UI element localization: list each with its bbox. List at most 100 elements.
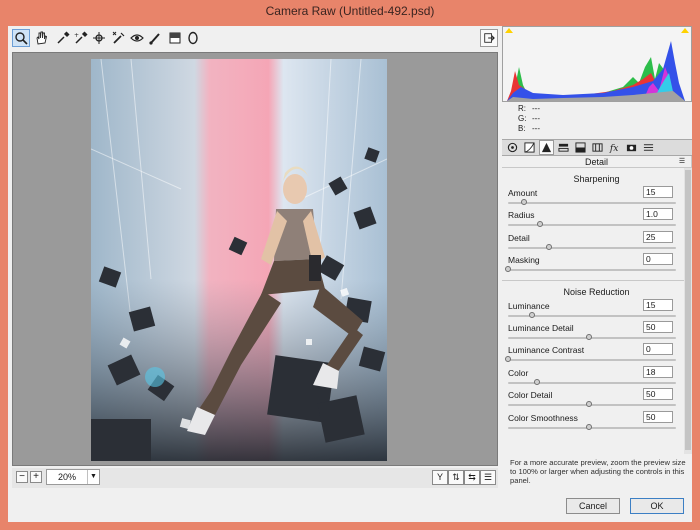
slider-value-field[interactable]: 1.0 (643, 208, 673, 221)
r-label: R: (518, 104, 526, 113)
slider-value-field[interactable]: 0 (643, 253, 673, 266)
slider-value-field[interactable]: 18 (643, 365, 673, 378)
detail-panel: Detail ☰ Sharpening Amount 15 Radius 1.0 Det… (502, 156, 692, 454)
hsl-tab-icon[interactable] (556, 140, 571, 155)
slider-label: Radius (508, 210, 535, 221)
basic-tab-icon[interactable] (505, 140, 520, 155)
slider-value-field[interactable]: 25 (643, 230, 673, 243)
slider-track[interactable] (508, 224, 676, 227)
cancel-button[interactable]: Cancel (566, 498, 620, 514)
slider-track[interactable] (508, 246, 676, 249)
camera-calibration-tab-icon[interactable] (624, 140, 639, 155)
slider-label: Luminance (508, 300, 550, 311)
g-label: G: (518, 114, 527, 123)
preview-status-bar: − + 20% ▼ Y ⇅ ⇆ ☰ (12, 468, 498, 488)
slider-row: Masking 0 (502, 253, 691, 275)
slider-label: Amount (508, 188, 538, 198)
sharpening-sliders: Amount 15 Radius 1.0 Detail 25 Masking 0 (502, 186, 691, 276)
slider-thumb[interactable] (505, 356, 511, 363)
slider-row: Luminance 15 (502, 298, 691, 321)
slider-label: Color (508, 367, 529, 378)
slider-thumb[interactable] (529, 311, 536, 318)
split-toning-tab-icon[interactable] (573, 140, 588, 155)
slider-row: Color Detail 50 (502, 388, 691, 410)
magnifier-icon[interactable] (12, 29, 30, 47)
brush-icon[interactable] (146, 29, 164, 47)
r-value: --- (532, 104, 540, 113)
slider-row: Radius 1.0 (502, 208, 691, 230)
slider-label: Color Detail (508, 390, 553, 401)
tone-curve-tab-icon[interactable] (522, 140, 537, 155)
slider-value-field[interactable]: 15 (643, 298, 673, 311)
slider-track[interactable] (508, 269, 676, 272)
camera-raw-window: Camera Raw (Untitled-492.psd) + − + 20% … (0, 0, 700, 530)
eyedropper-icon[interactable] (54, 29, 72, 47)
before-after-icon[interactable]: ⇅ (448, 470, 464, 485)
slider-track[interactable] (508, 202, 676, 204)
shadow-clipping-icon (505, 28, 513, 33)
slider-row: Amount 15 (502, 186, 691, 208)
graduated-filter-icon[interactable] (166, 29, 184, 47)
slider-thumb[interactable] (586, 423, 592, 430)
slider-row: Detail 25 (502, 230, 691, 253)
slider-thumb[interactable] (521, 199, 528, 205)
photo-image (91, 59, 387, 461)
detail-tab-icon[interactable] (539, 140, 554, 155)
slider-value-field[interactable]: 0 (643, 343, 673, 356)
slider-value-field[interactable]: 50 (643, 388, 673, 401)
brush-x-icon[interactable] (110, 29, 128, 47)
export-icon[interactable] (480, 29, 498, 47)
slider-value-field[interactable]: 50 (643, 410, 673, 423)
slider-label: Luminance Detail (508, 322, 574, 333)
slider-thumb[interactable] (545, 243, 552, 250)
slider-label: Color Smoothness (508, 412, 578, 423)
eyedropper-plus-icon[interactable]: + (72, 29, 90, 47)
eye-icon[interactable] (128, 29, 146, 47)
presets-tab-icon[interactable] (641, 140, 656, 155)
zoom-out-button[interactable]: − (16, 471, 28, 483)
lens-corrections-tab-icon[interactable] (590, 140, 605, 155)
slider-row: Color 18 (502, 365, 691, 388)
zoom-level-select[interactable]: 20% ▼ (46, 469, 100, 485)
slider-row: Color Smoothness 50 (502, 410, 691, 433)
svg-text:fx: fx (609, 143, 619, 153)
slider-track[interactable] (508, 336, 676, 339)
slider-row: Luminance Detail 50 (502, 320, 691, 343)
window-title: Camera Raw (Untitled-492.psd) (265, 4, 435, 18)
sharpening-heading: Sharpening (573, 174, 620, 184)
image-preview[interactable] (12, 52, 498, 466)
radial-filter-icon[interactable] (184, 29, 202, 47)
preview-note: For a more accurate preview, zoom the pr… (510, 458, 686, 485)
panel-menu-icon[interactable]: ☰ (677, 157, 687, 166)
slider-value-field[interactable]: 15 (643, 186, 673, 198)
slider-track[interactable] (508, 404, 676, 407)
slider-value-field[interactable]: 50 (643, 320, 673, 333)
preview-preferences-icon[interactable]: ☰ (480, 470, 496, 485)
target-adjust-icon[interactable] (90, 29, 108, 47)
ok-button[interactable]: OK (630, 498, 684, 514)
slider-thumb[interactable] (534, 378, 541, 385)
slider-label: Masking (508, 255, 540, 266)
slider-track[interactable] (508, 359, 676, 362)
highlight-clipping-icon (681, 28, 689, 33)
slider-thumb[interactable] (586, 333, 592, 340)
noise-reduction-heading: Noise Reduction (563, 286, 630, 297)
noise-reduction-sliders: Luminance 15 Luminance Detail 50 Luminance C… (502, 298, 691, 433)
slider-thumb[interactable] (537, 221, 544, 228)
slider-label: Luminance Contrast (508, 345, 585, 356)
slider-thumb[interactable] (586, 401, 592, 408)
scrollbar-thumb[interactable] (685, 170, 691, 450)
chevron-down-icon: ▼ (87, 470, 99, 484)
panel-scrollbar[interactable] (684, 168, 692, 454)
slider-track[interactable] (508, 426, 676, 429)
slider-row: Luminance Contrast 0 (502, 343, 691, 365)
view-mode-icon[interactable]: Y (432, 470, 448, 485)
swap-settings-icon[interactable]: ⇆ (464, 470, 480, 485)
slider-thumb[interactable] (505, 266, 511, 273)
effects-tab-icon[interactable]: fx (607, 140, 622, 155)
b-label: B: (518, 124, 526, 133)
slider-label: Detail (508, 232, 530, 243)
dialog-client: + − + 20% ▼ Y ⇅ ⇆ ☰ R: --- G: --- B: ---… (8, 26, 692, 522)
hand-icon[interactable] (32, 29, 50, 47)
zoom-in-button[interactable]: + (30, 471, 42, 483)
